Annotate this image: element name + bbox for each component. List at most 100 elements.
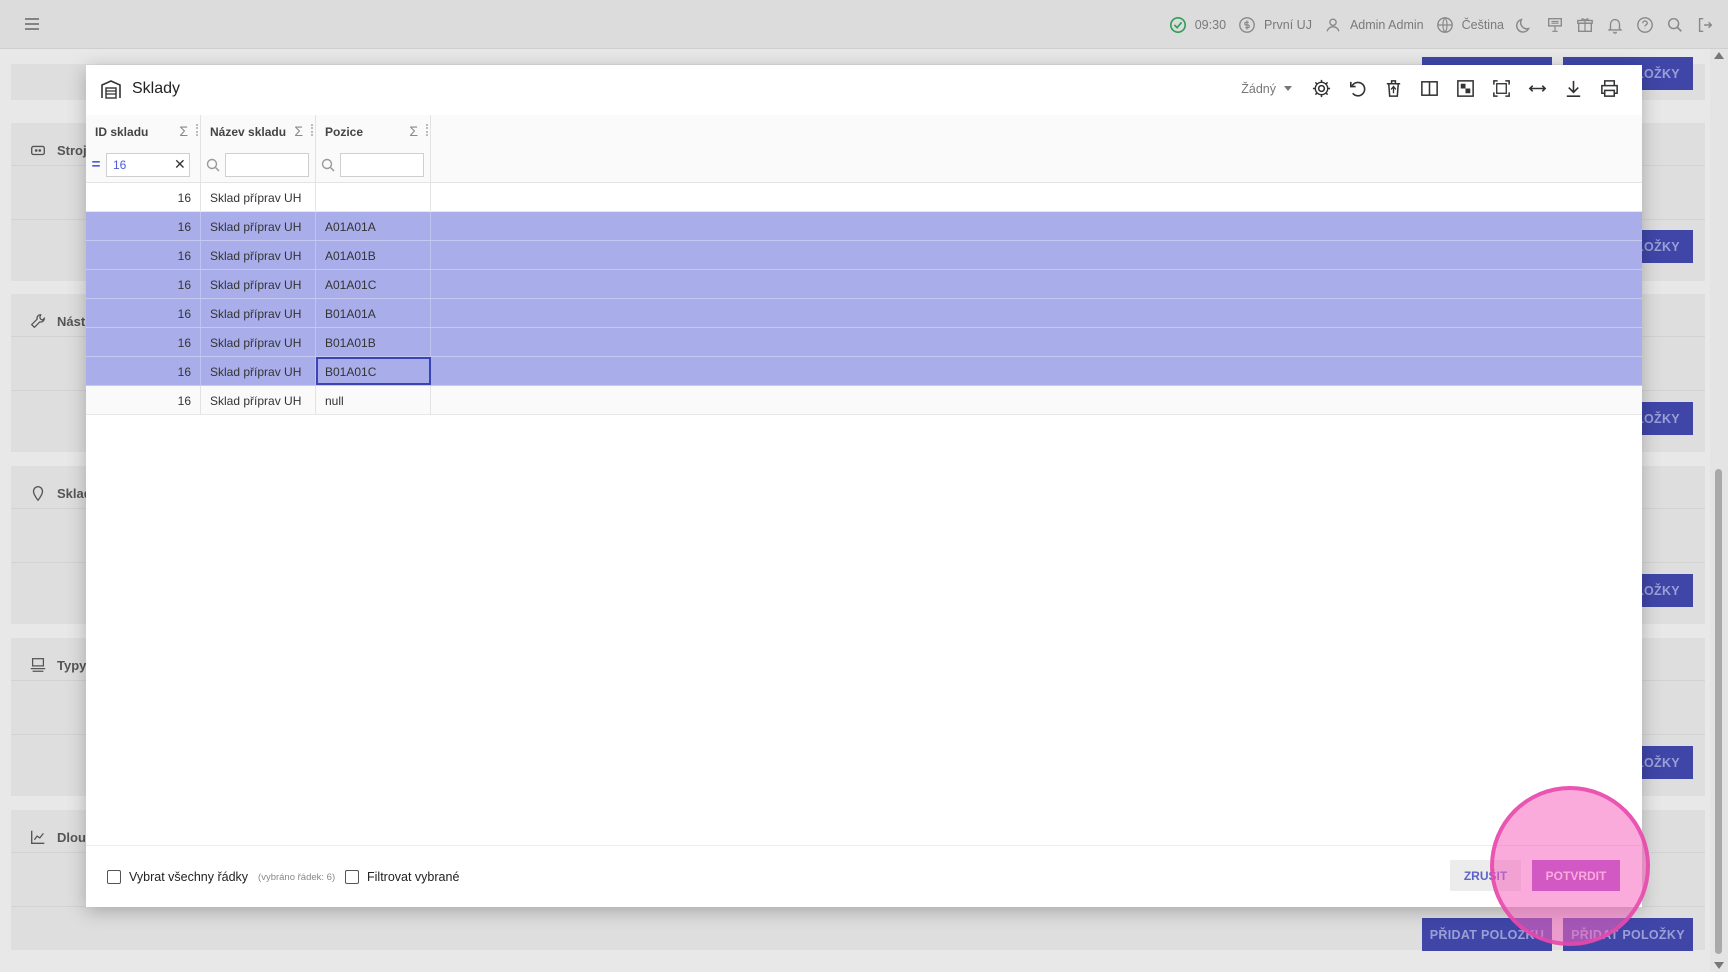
logout-icon[interactable] — [1696, 16, 1714, 34]
column-header-id[interactable]: ID skladu Σ — [86, 115, 201, 147]
cell-id[interactable]: 16 — [86, 270, 201, 298]
section-label-text: Stroj — [57, 142, 87, 158]
expand-width-icon[interactable] — [1527, 78, 1548, 99]
chart-icon — [29, 828, 47, 846]
search-icon — [320, 157, 336, 173]
chevron-down-icon — [1284, 86, 1292, 91]
table-row[interactable]: 16 Sklad příprav UH — [86, 183, 1642, 212]
scroll-thumb[interactable] — [1715, 469, 1722, 954]
wrench-icon — [29, 312, 47, 330]
cell-position[interactable]: A01A01C — [316, 270, 431, 298]
warehouse-dialog: Sklady Žádný ID skladu Σ Název skladu Σ Po… — [86, 65, 1642, 907]
filter-selected-checkbox[interactable]: Filtrovat vybrané — [345, 870, 459, 884]
language-selector[interactable]: Čeština — [1436, 16, 1504, 34]
column-resize-handle[interactable] — [426, 124, 428, 136]
table-row[interactable]: 16 Sklad příprav UH B01A01B — [86, 328, 1642, 357]
cell-position[interactable]: A01A01A — [316, 212, 431, 240]
trash-icon[interactable] — [1383, 78, 1404, 99]
download-icon[interactable] — [1563, 78, 1584, 99]
sum-icon[interactable]: Σ — [179, 123, 188, 139]
equals-filter-icon[interactable]: = — [90, 156, 102, 173]
bg-button-label: LOŽKY — [1636, 411, 1680, 426]
view-select-value: Žádný — [1241, 81, 1276, 96]
cell-name[interactable]: Sklad příprav UH — [201, 241, 316, 269]
cell-name[interactable]: Sklad příprav UH — [201, 386, 316, 414]
moon-icon[interactable] — [1516, 16, 1534, 34]
filter-input-name[interactable] — [225, 152, 309, 177]
scroll-down-arrow[interactable] — [1714, 962, 1724, 969]
cell-name[interactable]: Sklad příprav UH — [201, 270, 316, 298]
fit-screen-icon[interactable] — [1491, 78, 1512, 99]
bg-button-label: PŘIDAT POLOŽKU — [1429, 927, 1545, 942]
filter-input-position[interactable] — [340, 152, 424, 177]
cell-name[interactable]: Sklad příprav UH — [201, 299, 316, 327]
cell-position[interactable]: null — [316, 386, 431, 414]
page-scrollbar[interactable] — [1710, 49, 1728, 972]
cell-name[interactable]: Sklad příprav UH — [201, 183, 316, 211]
cell-id[interactable]: 16 — [86, 241, 201, 269]
undo-icon[interactable] — [1347, 78, 1368, 99]
column-header-position[interactable]: Pozice Σ — [316, 115, 431, 147]
cancel-button[interactable]: ZRUŠIT — [1450, 860, 1521, 891]
column-header-name[interactable]: Název skladu Σ — [201, 115, 316, 147]
help-icon[interactable] — [1636, 16, 1654, 34]
column-resize-handle[interactable] — [311, 124, 313, 136]
table-row[interactable]: 16 Sklad příprav UH B01A01A — [86, 299, 1642, 328]
bg-add-item-button[interactable]: PŘIDAT POLOŽKU — [1422, 918, 1552, 951]
unit-label: První UJ — [1264, 17, 1312, 32]
cell-id[interactable]: 16 — [86, 299, 201, 327]
cell-position[interactable]: B01A01A — [316, 299, 431, 327]
gear-icon[interactable] — [1311, 78, 1332, 99]
cell-id[interactable]: 16 — [86, 357, 201, 385]
cell-position-focused[interactable]: B01A01C — [316, 357, 431, 385]
bg-add-items-button[interactable]: PŘIDAT POLOŽKY — [1563, 918, 1693, 951]
clear-filter-icon[interactable]: ✕ — [174, 156, 186, 173]
cell-name[interactable]: Sklad příprav UH — [201, 212, 316, 240]
table-row[interactable]: 16 Sklad příprav UH null — [86, 386, 1642, 415]
filter-selected-label: Filtrovat vybrané — [367, 870, 460, 884]
warehouse-grid: ID skladu Σ Název skladu Σ Pozice Σ = 16 ✕ … — [86, 115, 1642, 415]
menu-icon[interactable] — [22, 14, 42, 34]
grid-filter-row: = 16 ✕ — [86, 147, 1642, 183]
scroll-up-arrow[interactable] — [1714, 52, 1724, 59]
search-icon[interactable] — [1666, 16, 1684, 34]
cell-id[interactable]: 16 — [86, 386, 201, 414]
cell-id[interactable]: 16 — [86, 212, 201, 240]
section-label: Stroj — [29, 141, 87, 159]
sum-icon[interactable]: Σ — [294, 123, 303, 139]
confirm-button[interactable]: POTVRDIT — [1532, 860, 1620, 891]
column-resize-handle[interactable] — [196, 124, 198, 136]
bell-icon[interactable] — [1606, 16, 1624, 34]
cell-position[interactable] — [316, 183, 431, 211]
cell-id[interactable]: 16 — [86, 328, 201, 356]
select-all-checkbox[interactable]: Vybrat všechny řádky (vybráno řádek: 6) — [107, 870, 335, 884]
cell-position[interactable]: B01A01B — [316, 328, 431, 356]
bg-button-label: LOŽKY — [1636, 239, 1680, 254]
bg-button-label: PŘIDAT POLOŽKY — [1571, 927, 1685, 942]
dialog-title: Sklady — [100, 78, 180, 100]
sum-icon[interactable]: Σ — [409, 123, 418, 139]
grid-toolbar: Žádný — [1241, 78, 1620, 99]
cell-position[interactable]: A01A01B — [316, 241, 431, 269]
user-menu[interactable]: Admin Admin — [1324, 16, 1424, 34]
table-row[interactable]: 16 Sklad příprav UH A01A01A — [86, 212, 1642, 241]
cell-name[interactable]: Sklad příprav UH — [201, 328, 316, 356]
billboard-icon[interactable] — [1546, 16, 1564, 34]
bg-button-label: LOŽKY — [1636, 583, 1680, 598]
print-icon[interactable] — [1599, 78, 1620, 99]
table-row[interactable]: 16 Sklad příprav UH A01A01B — [86, 241, 1642, 270]
table-row[interactable]: 16 Sklad příprav UH A01A01C — [86, 270, 1642, 299]
section-label: Typy — [29, 656, 86, 674]
checkbox-box[interactable] — [107, 870, 121, 884]
machine-icon — [29, 141, 47, 159]
unit-selector[interactable]: První UJ — [1238, 16, 1312, 34]
fill-icon[interactable] — [1455, 78, 1476, 99]
gift-icon[interactable] — [1576, 16, 1594, 34]
cell-id[interactable]: 16 — [86, 183, 201, 211]
columns-icon[interactable] — [1419, 78, 1440, 99]
checkbox-box[interactable] — [345, 870, 359, 884]
cell-name[interactable]: Sklad příprav UH — [201, 357, 316, 385]
view-select[interactable]: Žádný — [1241, 82, 1292, 96]
table-row[interactable]: 16 Sklad příprav UH B01A01C — [86, 357, 1642, 386]
dialog-footer: Vybrat všechny řádky (vybráno řádek: 6) … — [86, 845, 1642, 907]
